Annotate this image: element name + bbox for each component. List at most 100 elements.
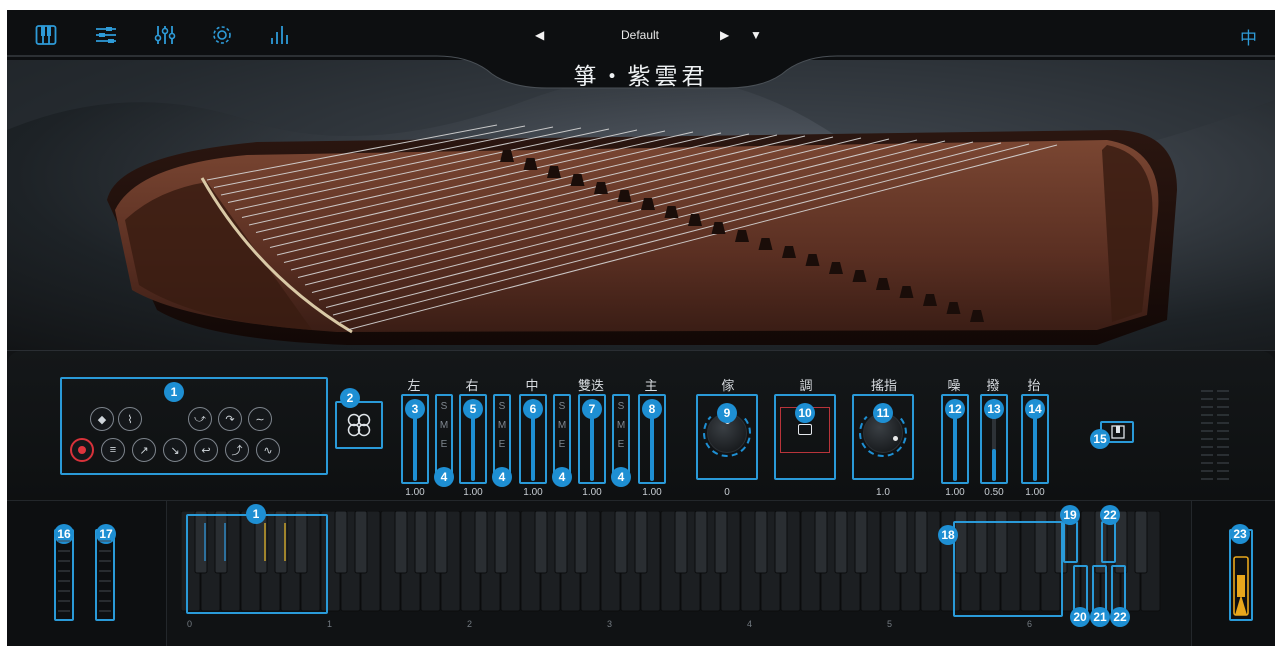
black-key[interactable] xyxy=(474,511,488,574)
black-key[interactable] xyxy=(774,511,788,574)
sme-option[interactable]: E xyxy=(614,435,628,454)
black-key[interactable] xyxy=(354,511,368,574)
badge-19: 19 xyxy=(1060,505,1080,525)
sme-option[interactable]: M xyxy=(555,416,569,435)
black-key[interactable] xyxy=(494,511,508,574)
keyboard-icon[interactable] xyxy=(33,22,59,48)
black-key[interactable] xyxy=(914,511,928,574)
slider-track[interactable] xyxy=(1033,417,1037,481)
knob-label: 搖指 xyxy=(870,379,897,394)
slider-track[interactable] xyxy=(413,417,417,481)
slide-down-button[interactable]: ↘ xyxy=(163,438,187,462)
glissando-button[interactable]: ⌇ xyxy=(118,407,142,431)
slider-value: 1.00 xyxy=(463,487,483,498)
black-key[interactable] xyxy=(434,511,448,574)
gear-icon[interactable] xyxy=(209,22,235,48)
black-key[interactable] xyxy=(614,511,628,574)
slider-fill xyxy=(590,417,594,481)
slider-value: 1.00 xyxy=(523,487,543,498)
tremolo-button[interactable]: ≡ xyxy=(101,438,125,462)
slider-track[interactable] xyxy=(992,417,996,481)
vibrato-button[interactable]: ∼ xyxy=(248,407,272,431)
badge-20: 20 xyxy=(1070,607,1090,627)
harmonic-button[interactable]: ∿ xyxy=(256,438,280,462)
slider-label: 撥 xyxy=(986,379,1000,394)
diamond-button[interactable]: ◆ xyxy=(90,407,114,431)
black-key[interactable] xyxy=(894,511,908,574)
octave-label: 4 xyxy=(747,619,753,629)
black-key[interactable] xyxy=(814,511,828,574)
slide-up-button[interactable]: ↗ xyxy=(132,438,156,462)
quad-button[interactable] xyxy=(335,401,383,449)
slider-track[interactable] xyxy=(650,417,654,481)
bend-return-button[interactable]: ↩ xyxy=(194,438,218,462)
bend-down-button[interactable]: ↷ xyxy=(218,407,242,431)
language-button[interactable]: 中 xyxy=(1240,24,1257,49)
black-key[interactable] xyxy=(714,511,728,574)
sme-option[interactable]: S xyxy=(437,397,451,416)
pedal-panel: 23 xyxy=(1191,501,1275,646)
sme-option[interactable]: M xyxy=(437,416,451,435)
black-key[interactable] xyxy=(414,511,428,574)
black-key[interactable] xyxy=(854,511,868,574)
slider-value: 1.00 xyxy=(1025,487,1045,498)
black-key[interactable] xyxy=(674,511,688,574)
record-button[interactable] xyxy=(70,438,94,462)
preset-menu-button[interactable]: ▼ xyxy=(750,28,762,42)
equalizer-icon[interactable] xyxy=(267,22,293,48)
knob-value: 0 xyxy=(724,487,730,498)
app-window: ◀ Default ▶ ▼ 中 箏・紫雲君 1 ◆ ⌇ ⤻ ↷ ∼ ≡ ↗ ↘ … xyxy=(7,10,1275,646)
sliders-icon[interactable] xyxy=(152,22,178,48)
black-key[interactable] xyxy=(534,511,548,574)
knob-label: 傢 xyxy=(721,379,735,394)
badge-4: 4 xyxy=(611,467,631,487)
slide-up-fast-button[interactable]: ⤴ xyxy=(225,438,249,462)
slider-label: 抬 xyxy=(1027,379,1041,394)
black-key[interactable] xyxy=(1134,511,1148,574)
black-key[interactable] xyxy=(394,511,408,574)
black-key[interactable] xyxy=(334,511,348,574)
sme-option[interactable]: E xyxy=(555,435,569,454)
black-key[interactable] xyxy=(694,511,708,574)
sme-option[interactable]: S xyxy=(555,397,569,416)
slider-track[interactable] xyxy=(953,417,957,481)
mixer-icon[interactable] xyxy=(93,22,119,48)
slider-track[interactable] xyxy=(471,417,475,481)
slider-label: 右 xyxy=(465,379,479,394)
black-key[interactable] xyxy=(634,511,648,574)
badge-11: 11 xyxy=(873,403,893,423)
preset-name[interactable]: Default xyxy=(595,28,685,42)
black-key[interactable] xyxy=(554,511,568,574)
key-22-top[interactable] xyxy=(1101,521,1116,563)
badge-14: 14 xyxy=(1025,399,1045,419)
black-key[interactable] xyxy=(754,511,768,574)
sme-option[interactable]: S xyxy=(495,397,509,416)
sme-option[interactable]: E xyxy=(437,435,451,454)
slider-label: 噪 xyxy=(947,379,961,394)
sme-option[interactable]: M xyxy=(495,416,509,435)
bend-up-down-button[interactable]: ⤻ xyxy=(188,407,212,431)
slider-fill xyxy=(471,417,475,481)
knob-indicator xyxy=(893,436,898,441)
black-key[interactable] xyxy=(834,511,848,574)
playable-range-top xyxy=(953,521,1063,617)
black-key[interactable] xyxy=(574,511,588,574)
sme-option[interactable]: E xyxy=(495,435,509,454)
slider-fill xyxy=(953,417,957,481)
next-preset-button[interactable]: ▶ xyxy=(720,28,729,42)
slider-fill xyxy=(531,417,535,481)
key-19[interactable] xyxy=(1063,521,1078,563)
sme-option[interactable]: S xyxy=(614,397,628,416)
slider-track[interactable] xyxy=(590,417,594,481)
slider-label: 中 xyxy=(525,379,539,394)
badge-6: 6 xyxy=(523,399,543,419)
sme-option[interactable]: M xyxy=(614,416,628,435)
slider-fill xyxy=(992,449,996,481)
slider-track[interactable] xyxy=(531,417,535,481)
slider-fill xyxy=(1033,417,1037,481)
badge-4: 4 xyxy=(434,467,454,487)
prev-preset-button[interactable]: ◀ xyxy=(535,28,544,42)
wheel-ticks xyxy=(58,540,111,612)
tuning-handle[interactable] xyxy=(798,424,812,435)
badge-9: 9 xyxy=(717,403,737,423)
